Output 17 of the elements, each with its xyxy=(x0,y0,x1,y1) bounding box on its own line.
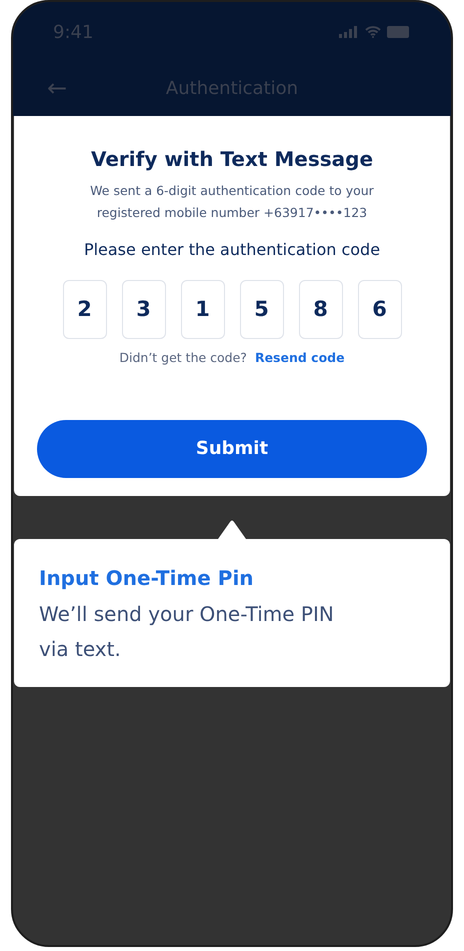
signal-icon xyxy=(339,26,359,38)
code-digit-field[interactable]: 8 xyxy=(298,280,342,339)
tooltip-title: Input One-Time Pin xyxy=(39,564,255,592)
tooltip-body: We’ll send your One-Time PIN via text. xyxy=(39,600,335,663)
code-digit-field[interactable]: 5 xyxy=(240,280,284,339)
resend-link[interactable]: Resend code xyxy=(254,349,345,368)
code-digit-field[interactable]: 3 xyxy=(122,280,166,339)
submit-button[interactable]: Submit xyxy=(37,420,427,478)
code-prompt: Please enter the authentication code xyxy=(84,239,380,261)
card-subtitle: We sent a 6-digit authentication code to your registered mobile number +63917••••123 xyxy=(89,182,375,222)
code-digit-field[interactable]: 2 xyxy=(62,280,106,339)
resend-prompt: Didn’t get the code? xyxy=(119,349,247,367)
code-digit-field[interactable]: 6 xyxy=(358,280,402,339)
battery-icon xyxy=(387,26,411,38)
wifi-icon xyxy=(365,26,381,38)
code-digit-field[interactable]: 1 xyxy=(180,280,224,339)
card-title: Verify with Text Message xyxy=(90,146,374,173)
